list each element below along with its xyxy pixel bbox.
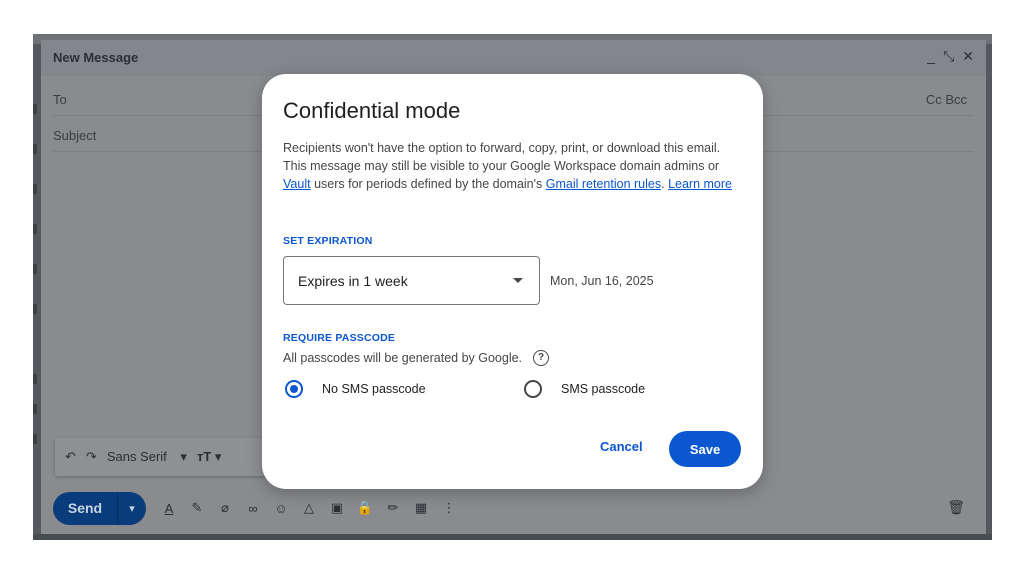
attach-file-icon[interactable]: ⌀: [216, 499, 234, 517]
compose-tools: A ✎ ⌀ ∞ ☺ △ ▣ 🔒 ✏ ▦ ⋮: [160, 499, 458, 517]
save-button[interactable]: Save: [669, 431, 741, 467]
emoji-icon[interactable]: ☺: [272, 499, 290, 517]
sms-passcode-radio[interactable]: [524, 380, 542, 398]
help-icon[interactable]: ?: [533, 350, 549, 366]
learn-more-link[interactable]: Learn more: [668, 177, 732, 191]
dialog-description: Recipients won't have the option to forw…: [283, 139, 743, 194]
formatting-toolbar: ↶ ↷ Sans Serif ▾ тT ▾: [55, 438, 293, 476]
sms-passcode-label: SMS passcode: [561, 382, 646, 396]
send-button-group: Send ▾: [53, 491, 146, 525]
no-sms-passcode-radio[interactable]: [285, 380, 303, 398]
right-strip: [986, 44, 992, 540]
compose-bottom-toolbar: Send ▾ A ✎ ⌀ ∞ ☺ △ ▣ 🔒 ✏ ▦ ⋮ 🗑: [53, 491, 973, 525]
dropdown-arrow-icon: [513, 278, 523, 283]
require-passcode-label: REQUIRE PASSCODE: [283, 332, 396, 344]
description-text-1: Recipients won't have the option to forw…: [283, 141, 721, 174]
fullscreen-icon[interactable]: ⤡: [943, 48, 954, 65]
font-select[interactable]: Sans Serif ▾: [107, 449, 187, 465]
insert-link-icon[interactable]: ∞: [244, 499, 262, 517]
left-nav-strip: [33, 44, 41, 540]
insert-photo-icon[interactable]: ▣: [328, 499, 346, 517]
formatting-options-icon[interactable]: A: [160, 499, 178, 517]
minimize-icon[interactable]: _: [927, 48, 935, 65]
chevron-down-icon: ▾: [180, 449, 187, 464]
discard-draft-icon[interactable]: 🗑: [947, 499, 965, 516]
send-button[interactable]: Send: [53, 491, 118, 525]
compose-header: New Message _ ⤡ ✕: [41, 40, 986, 76]
send-options-button[interactable]: ▾: [118, 492, 146, 525]
bottom-strip: [33, 534, 992, 540]
text-size-icon: тT: [196, 449, 212, 464]
passcode-note: All passcodes will be generated by Googl…: [283, 351, 523, 365]
expiration-date: Mon, Jun 16, 2025: [550, 274, 654, 288]
text-size-button[interactable]: тT ▾: [197, 449, 221, 465]
window-controls: _ ⤡ ✕: [927, 48, 974, 65]
expiration-value: Expires in 1 week: [298, 272, 408, 289]
description-text-2: users for periods defined by the domain'…: [314, 177, 543, 192]
redo-icon[interactable]: ↷: [86, 449, 97, 465]
confidential-mode-dialog: Confidential mode Recipients won't have …: [262, 74, 763, 489]
signature-icon[interactable]: ✏: [384, 499, 402, 517]
cc-bcc-link[interactable]: Cc Bcc: [926, 92, 967, 107]
compose-title: New Message: [53, 50, 139, 65]
set-expiration-label: SET EXPIRATION: [283, 235, 373, 247]
more-options-icon[interactable]: ⋮: [440, 499, 458, 517]
close-icon[interactable]: ✕: [962, 48, 974, 65]
schedule-icon[interactable]: ▦: [412, 499, 430, 517]
confidential-mode-icon[interactable]: 🔒: [356, 499, 374, 517]
undo-icon[interactable]: ↶: [65, 449, 76, 465]
dialog-title: Confidential mode: [283, 98, 461, 123]
to-label: To: [53, 92, 67, 107]
description-text-3: .: [661, 177, 665, 192]
expiration-select[interactable]: Expires in 1 week: [283, 256, 540, 305]
no-sms-passcode-label: No SMS passcode: [322, 382, 426, 396]
retention-rules-link[interactable]: Gmail retention rules: [546, 177, 661, 191]
cancel-button[interactable]: Cancel: [600, 439, 643, 454]
drive-icon[interactable]: △: [300, 499, 318, 517]
subject-label: Subject: [53, 128, 97, 143]
help-me-write-icon[interactable]: ✎: [188, 499, 206, 517]
chevron-down-icon: ▾: [214, 449, 222, 464]
font-label: Sans Serif: [106, 449, 167, 464]
vault-link[interactable]: Vault: [283, 177, 311, 191]
